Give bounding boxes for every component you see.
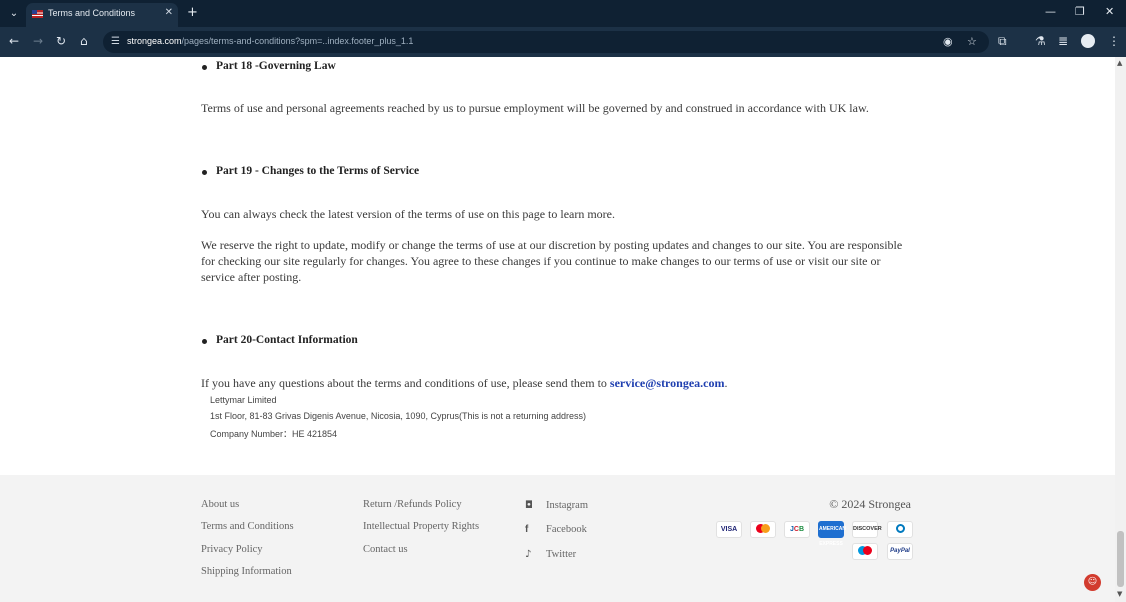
browser-toolbar: ← → ↻ ⌂ ☰ strongea.com/pages/terms-and-c…: [0, 27, 1126, 57]
window-close-icon[interactable]: ✕: [1105, 5, 1114, 18]
part19-text-2: We reserve the right to update, modify o…: [201, 238, 903, 284]
twitter-icon: ♪: [525, 549, 532, 560]
media-controls-icon[interactable]: ≣: [1058, 34, 1068, 48]
profile-avatar-icon[interactable]: [1081, 34, 1095, 48]
part20-text: If you have any questions about the term…: [201, 376, 728, 390]
diners-club-icon: [887, 521, 913, 538]
scroll-up-arrow-icon[interactable]: ▲: [1117, 59, 1122, 67]
mastercard-icon: [750, 521, 776, 538]
bookmark-star-icon[interactable]: ☆: [967, 35, 977, 48]
terms-content: Part 18 -Governing Law Terms of use and …: [0, 57, 1115, 475]
scrollbar-thumb[interactable]: [1117, 531, 1124, 587]
browser-tab[interactable]: Terms and Conditions ✕: [26, 3, 178, 27]
home-icon[interactable]: ⌂: [80, 34, 88, 48]
paypal-icon: PayPal: [887, 543, 913, 560]
discover-icon: DISCOVER: [852, 521, 882, 538]
restore-icon[interactable]: ❐: [1075, 5, 1085, 18]
extensions-icon[interactable]: ⧉: [998, 34, 1007, 49]
address-bar[interactable]: ☰ strongea.com/pages/terms-and-condition…: [103, 31, 989, 53]
lab-flask-icon[interactable]: ⚗: [1035, 34, 1046, 48]
tab-title: Terms and Conditions: [48, 8, 136, 18]
browser-tab-bar: ⌄ Terms and Conditions ✕ + — ❐ ✕: [0, 0, 1126, 27]
footer-link-terms[interactable]: Terms and Conditions: [201, 521, 294, 532]
amex-icon: AMERICAN EXPRESS: [818, 521, 846, 547]
footer-link-privacy[interactable]: Privacy Policy: [201, 544, 263, 555]
floating-chat-icon[interactable]: ☺: [1084, 574, 1101, 591]
footer-link-ip-rights[interactable]: Intellectual Property Rights: [363, 521, 479, 532]
page-scrollbar[interactable]: ▲ ▼: [1115, 57, 1126, 602]
part19-heading: Part 19 - Changes to the Terms of Servic…: [201, 165, 420, 177]
jcb-icon: JCB: [784, 521, 810, 538]
part18-text: Terms of use and personal agreements rea…: [201, 101, 869, 115]
tab-search-chevron-icon[interactable]: ⌄: [5, 5, 23, 22]
part18-heading: Part 18 -Governing Law: [202, 60, 336, 72]
footer-link-contact[interactable]: Contact us: [363, 544, 408, 555]
site-info-icon[interactable]: ☰: [111, 36, 120, 47]
maestro-icon: [852, 543, 878, 560]
eye-off-icon[interactable]: ◉: [943, 35, 953, 48]
instagram-icon: ◘: [525, 500, 533, 511]
footer-link-shipping[interactable]: Shipping Information: [201, 566, 292, 577]
part20-heading: Part 20-Contact Information: [202, 334, 358, 346]
site-footer: About us Terms and Conditions Privacy Po…: [0, 475, 1115, 602]
tab-close-icon[interactable]: ✕: [165, 7, 173, 18]
new-tab-plus-icon[interactable]: +: [187, 5, 198, 20]
scroll-down-arrow-icon[interactable]: ▼: [1117, 590, 1122, 598]
footer-link-about-us[interactable]: About us: [201, 499, 239, 510]
company-name: Lettymar Limited: [210, 395, 277, 405]
flag-favicon-icon: [32, 10, 43, 18]
part19-text-1: You can always check the latest version …: [201, 207, 615, 221]
copyright-text: © 2024 Strongea: [829, 497, 911, 511]
facebook-icon: f: [525, 524, 529, 535]
footer-link-refunds[interactable]: Return /Refunds Policy: [363, 499, 462, 510]
company-number: Company Number：HE 421854: [210, 429, 338, 439]
contact-email-link[interactable]: service@strongea.com: [610, 376, 725, 390]
reload-icon[interactable]: ↻: [56, 34, 66, 48]
url-text[interactable]: strongea.com/pages/terms-and-conditions?…: [127, 36, 413, 46]
back-arrow-icon[interactable]: ←: [9, 34, 19, 48]
visa-icon: VISA: [716, 521, 742, 538]
minimize-icon[interactable]: —: [1045, 5, 1056, 18]
browser-menu-icon[interactable]: ⋮: [1108, 34, 1120, 48]
forward-arrow-icon[interactable]: →: [33, 34, 43, 48]
company-address: 1st Floor, 81-83 Grivas Digenis Avenue, …: [210, 411, 587, 421]
